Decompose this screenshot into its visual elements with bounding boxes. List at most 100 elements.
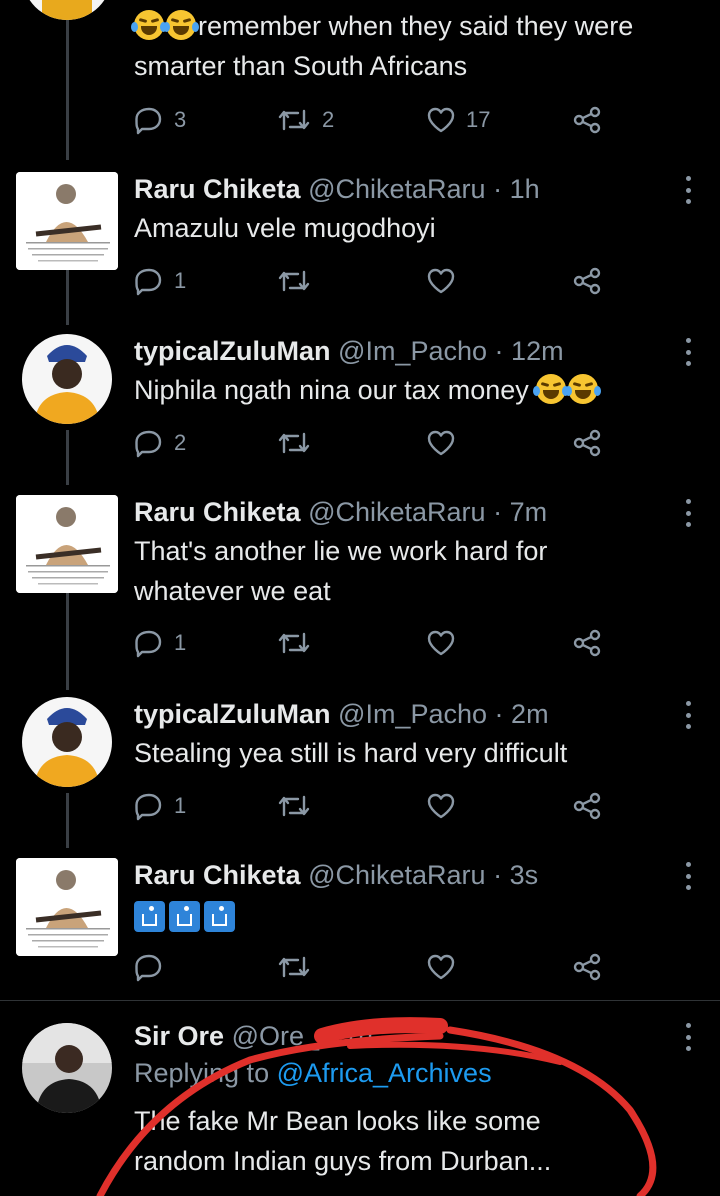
retweet-icon: [278, 109, 310, 131]
heart-icon: [427, 430, 455, 456]
tweet-text: The fake Mr Bean looks like some random …: [134, 1101, 704, 1181]
reply-button[interactable]: 1: [134, 789, 186, 823]
reply-icon: [135, 107, 162, 135]
share-button[interactable]: [572, 950, 602, 984]
retweet-icon: [278, 270, 310, 292]
tweet-text-line: Stealing yea still is hard very difficul…: [134, 738, 568, 768]
more-options-icon[interactable]: [684, 338, 692, 366]
share-button[interactable]: [572, 426, 602, 460]
face-with-tears-of-joy-emoji: [565, 374, 602, 404]
more-options-icon[interactable]: [684, 176, 692, 204]
tweet-text: remember when they said they were smarte…: [131, 6, 704, 86]
avatar[interactable]: [16, 172, 118, 270]
timestamp[interactable]: 1h: [510, 174, 540, 204]
tweet-actions: [134, 950, 614, 984]
separator-dot: ·: [493, 174, 503, 204]
tweet-text: That's another lie we work hard for what…: [134, 531, 704, 611]
avatar[interactable]: [16, 858, 118, 956]
retweet-button[interactable]: [276, 626, 312, 660]
reply-button[interactable]: 1: [134, 626, 186, 660]
heart-icon: [427, 630, 455, 656]
share-icon: [573, 792, 601, 820]
tweet-text-line: Niphila ngath nina our tax money: [134, 375, 529, 405]
user-handle[interactable]: @ChiketaRaru: [308, 860, 485, 890]
reply-icon: [135, 268, 162, 296]
reply-icon: [135, 793, 162, 821]
heart-icon: [427, 793, 455, 819]
avatar[interactable]: [22, 0, 112, 20]
tweet-header: Raru Chiketa @ChiketaRaru · 7m: [134, 495, 547, 529]
more-options-icon[interactable]: [684, 701, 692, 729]
retweet-button[interactable]: [276, 950, 312, 984]
retweet-button[interactable]: [276, 264, 312, 298]
reply-icon: [135, 430, 162, 458]
replying-to: Replying to @Africa_Archives: [134, 1058, 492, 1089]
reply-button[interactable]: [134, 950, 164, 984]
share-button[interactable]: [572, 789, 602, 823]
user-name[interactable]: Raru Chiketa: [134, 174, 301, 204]
more-options-icon[interactable]: [684, 1023, 692, 1051]
user-name[interactable]: Sir Ore: [134, 1021, 224, 1051]
tweet-header: Raru Chiketa @ChiketaRaru · 3s: [134, 858, 538, 892]
avatar[interactable]: [22, 334, 112, 424]
reply-count: 2: [174, 430, 187, 455]
retweet-button[interactable]: 2: [276, 103, 334, 137]
tweet-text: Amazulu vele mugodhoyi: [134, 208, 704, 248]
retweet-button[interactable]: [276, 789, 312, 823]
reply-count: 3: [174, 107, 187, 132]
like-button[interactable]: [426, 426, 456, 460]
share-button[interactable]: [572, 264, 602, 298]
reply-icon: [135, 954, 162, 982]
tweet-header: Raru Chiketa @ChiketaRaru · 1h: [134, 172, 540, 206]
share-button[interactable]: [572, 626, 602, 660]
user-handle[interactable]: @Ore_: [232, 1021, 319, 1051]
put-litter-in-its-place-emoji: [134, 901, 165, 932]
replying-to-prefix: Replying to: [134, 1058, 277, 1088]
user-name[interactable]: Raru Chiketa: [134, 497, 301, 527]
timestamp[interactable]: 3s: [510, 860, 539, 890]
timestamp[interactable]: 2m: [511, 699, 549, 729]
tweet-text: [134, 898, 704, 938]
retweet-icon: [278, 432, 310, 454]
more-options-icon[interactable]: [684, 862, 692, 890]
tweet-text-line: smarter than South Africans: [134, 51, 468, 81]
user-handle[interactable]: @ChiketaRaru: [308, 497, 485, 527]
retweet-button[interactable]: [276, 426, 312, 460]
more-options-icon[interactable]: [684, 499, 692, 527]
like-button[interactable]: [426, 264, 456, 298]
timestamp[interactable]: 1h: [343, 1021, 373, 1051]
user-name[interactable]: Raru Chiketa: [134, 860, 301, 890]
like-button[interactable]: 17: [426, 103, 490, 137]
separator-dot: ·: [494, 336, 504, 366]
tweet-header: Sir Ore @Ore_ · 1h: [134, 1019, 373, 1053]
tweet-actions: 1: [134, 626, 614, 660]
retweet-icon: [278, 795, 310, 817]
replying-to-link[interactable]: @Africa_Archives: [277, 1058, 492, 1088]
heart-icon: [427, 954, 455, 980]
user-name[interactable]: typicalZuluMan: [134, 699, 331, 729]
share-icon: [573, 106, 601, 134]
share-button[interactable]: [572, 103, 602, 137]
reply-button[interactable]: 1: [134, 264, 186, 298]
like-button[interactable]: [426, 950, 456, 984]
timestamp[interactable]: 7m: [510, 497, 548, 527]
avatar[interactable]: [16, 495, 118, 593]
heart-icon: [427, 107, 455, 133]
user-name[interactable]: typicalZuluMan: [134, 336, 331, 366]
tweet-header: typicalZuluMan @Im_Pacho · 12m: [134, 334, 564, 368]
like-button[interactable]: [426, 626, 456, 660]
like-button[interactable]: [426, 789, 456, 823]
reply-icon: [135, 630, 162, 658]
user-handle[interactable]: @Im_Pacho: [338, 336, 487, 366]
user-handle[interactable]: @Im_Pacho: [338, 699, 487, 729]
retweet-count: 2: [322, 107, 335, 132]
avatar[interactable]: [22, 1023, 112, 1113]
tweet-text-line: whatever we eat: [134, 576, 331, 606]
user-handle[interactable]: @ChiketaRaru: [308, 174, 485, 204]
tweet-text-line: The fake Mr Bean looks like some: [134, 1106, 541, 1136]
reply-button[interactable]: 2: [134, 426, 186, 460]
avatar[interactable]: [22, 697, 112, 787]
reply-count: 1: [174, 630, 187, 655]
timestamp[interactable]: 12m: [511, 336, 564, 366]
reply-button[interactable]: 3: [134, 103, 186, 137]
